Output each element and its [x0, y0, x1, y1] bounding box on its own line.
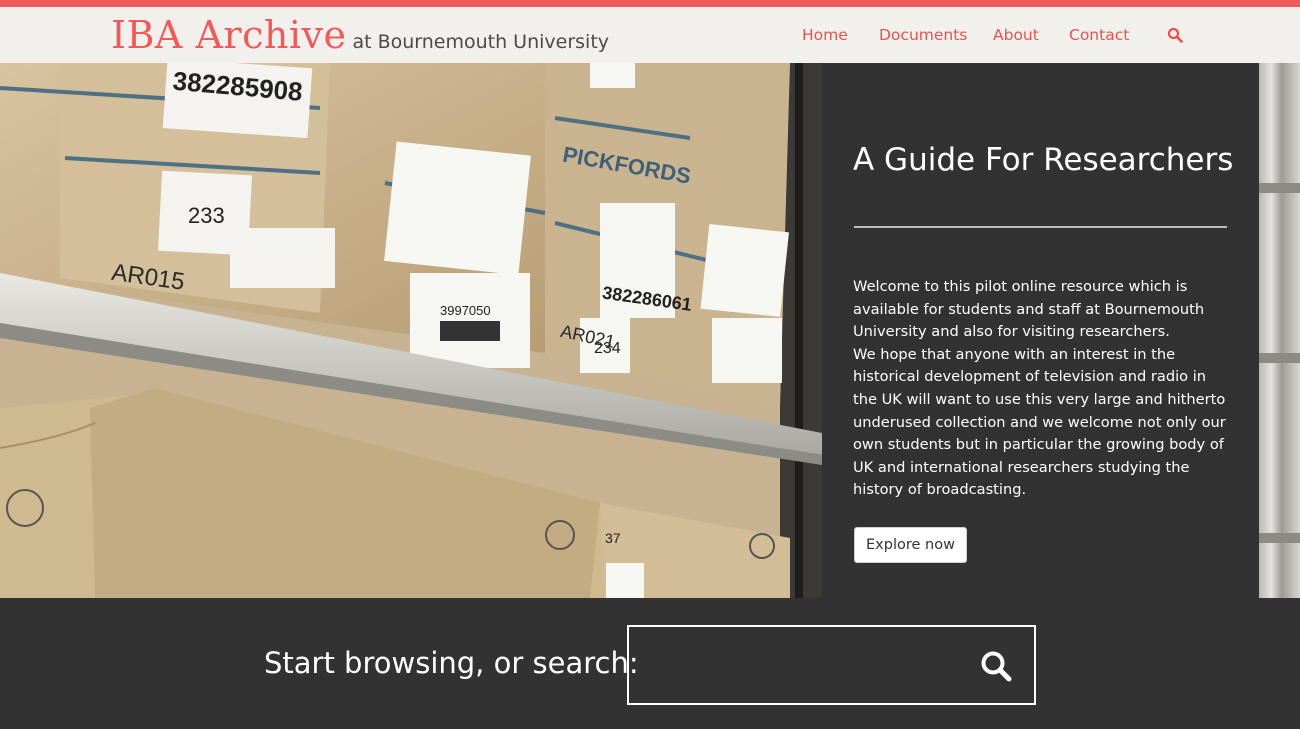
box-label-2: 233: [188, 203, 225, 228]
archive-boxes-image: 382285908 233 AR015 3997050 382286061 PI…: [0, 63, 822, 598]
site-title[interactable]: IBA Archive: [111, 13, 346, 57]
site-header: IBA Archive at Bournemouth University Hom…: [0, 7, 1300, 63]
nav-item-documents[interactable]: Documents: [879, 26, 967, 44]
shelf-bar: [1259, 353, 1300, 363]
search-input[interactable]: [639, 637, 969, 693]
accent-stripe: [0, 0, 1300, 7]
search-icon[interactable]: [1167, 27, 1183, 43]
shelf-photo-edge: [1259, 63, 1300, 598]
nav-item-contact[interactable]: Contact: [1069, 26, 1129, 44]
nav-item-about[interactable]: About: [993, 26, 1039, 44]
intro-title: A Guide For Researchers: [853, 142, 1234, 178]
site-brand[interactable]: IBA Archive at Bournemouth University: [111, 13, 609, 57]
search-box[interactable]: [627, 625, 1036, 705]
site-subtitle: at Bournemouth University: [352, 31, 610, 53]
box-label-4: 3997050: [440, 303, 491, 318]
title-divider: [854, 226, 1227, 228]
intro-text: Welcome to this pilot online resource wh…: [853, 278, 1226, 499]
search-icon[interactable]: [979, 649, 1015, 685]
shelf-bar: [1259, 533, 1300, 543]
intro-panel: A Guide For Researchers Welcome to this …: [822, 63, 1259, 598]
shelf-bar: [1259, 183, 1300, 193]
archive-boxes-photo: 382285908 233 AR015 3997050 382286061 PI…: [0, 63, 822, 598]
search-section: Start browsing, or search:: [0, 598, 1300, 729]
box-label-9: 37: [605, 530, 621, 546]
hero-section: 382285908 233 AR015 3997050 382286061 PI…: [0, 63, 1300, 598]
search-prompt: Start browsing, or search:: [264, 646, 639, 680]
explore-now-button[interactable]: Explore now: [854, 527, 967, 563]
nav-item-home[interactable]: Home: [802, 26, 848, 44]
